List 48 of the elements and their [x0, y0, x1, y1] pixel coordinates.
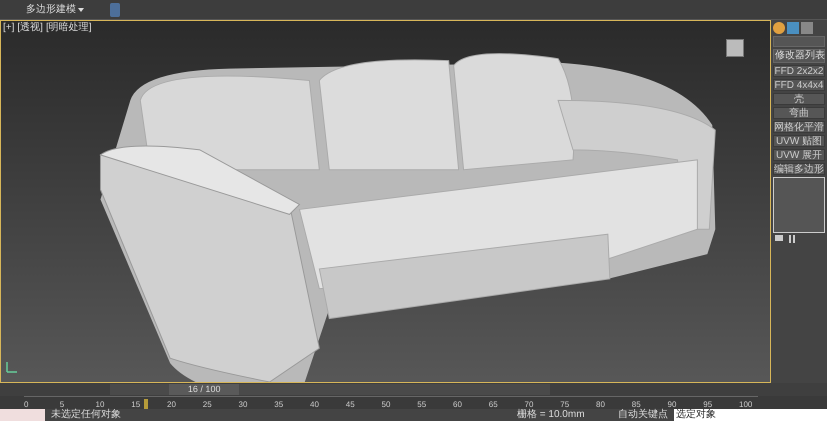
- viewport[interactable]: [+] [透视] [明暗处理]: [0, 20, 771, 383]
- frame-number: 15: [131, 400, 140, 409]
- frame-number: 90: [668, 400, 676, 409]
- selection-dropdown[interactable]: 选定对象: [674, 409, 827, 421]
- modifier-button[interactable]: 网格化平滑: [773, 121, 825, 133]
- frame-number: 60: [453, 400, 462, 409]
- frame-number: 35: [274, 400, 284, 409]
- modifier-button[interactable]: FFD 2x2x2: [773, 65, 825, 77]
- modifier-button[interactable]: FFD 4x4x4: [773, 79, 825, 91]
- frame-number: 75: [560, 400, 570, 409]
- status-prompt: 未选定任何对象: [51, 409, 122, 421]
- frame-marker[interactable]: [144, 399, 148, 409]
- grid-readout: 栅格 = 10.0mm: [517, 409, 586, 421]
- frame-number: 100: [739, 400, 752, 409]
- modifier-button[interactable]: 弯曲: [773, 107, 825, 119]
- frame-number: 25: [202, 400, 212, 409]
- axis-icon: [5, 360, 19, 374]
- name-field[interactable]: [773, 36, 825, 47]
- frame-number: 95: [703, 400, 712, 409]
- caret-icon: [78, 8, 84, 12]
- frame-number: 20: [167, 400, 176, 409]
- modifier-button[interactable]: 编辑多边形: [773, 163, 825, 175]
- modifier-button[interactable]: UVW 贴图: [773, 135, 825, 147]
- viewport-label[interactable]: [透视]: [17, 22, 43, 33]
- frame-number: 10: [96, 400, 104, 409]
- time-slider[interactable]: 16 / 100: [169, 384, 240, 395]
- auto-key-label: 自动关键点: [618, 409, 668, 421]
- frame-number: 65: [488, 400, 498, 409]
- frame-number: 55: [417, 400, 426, 409]
- ribbon-tab[interactable]: 多边形建模: [26, 4, 84, 16]
- listener-field[interactable]: [0, 409, 45, 421]
- toolbar-button[interactable]: [110, 2, 120, 16]
- frame-number: 80: [596, 400, 605, 409]
- viewport-label[interactable]: [明暗处理]: [46, 22, 92, 33]
- frame-number: 0: [24, 400, 28, 409]
- frame-number: 40: [310, 400, 319, 409]
- viewport-label[interactable]: [+]: [3, 22, 14, 33]
- frame-number: 30: [238, 400, 248, 409]
- pause-icon[interactable]: [789, 235, 795, 243]
- modifier-stack[interactable]: [773, 177, 825, 233]
- frame-number: 5: [60, 400, 64, 409]
- modifier-button[interactable]: UVW 展开: [773, 149, 825, 161]
- frame-number: 45: [346, 400, 355, 409]
- frame-number: 70: [524, 400, 534, 409]
- frame-number: 50: [382, 400, 390, 409]
- frame-number: 85: [632, 400, 641, 409]
- modifier-list-dropdown[interactable]: 修改器列表: [773, 49, 825, 63]
- modifier-button[interactable]: 壳: [773, 93, 825, 105]
